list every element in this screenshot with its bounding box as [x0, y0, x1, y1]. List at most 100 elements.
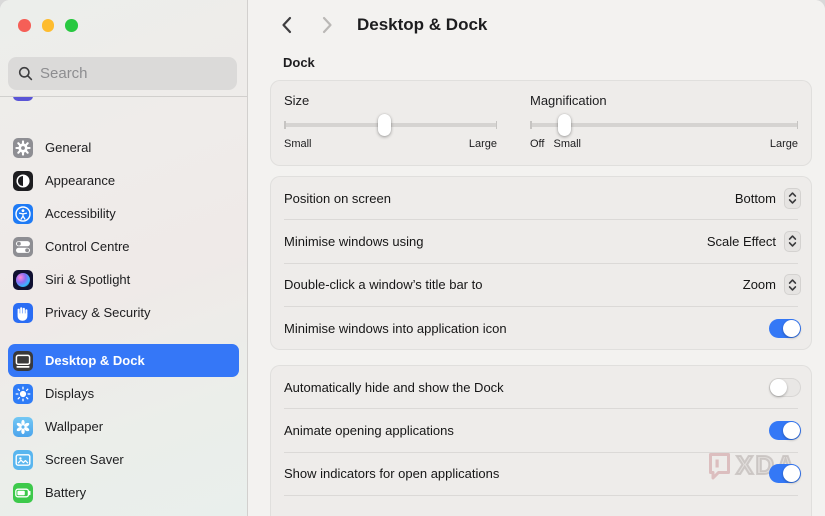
search-field[interactable]	[8, 57, 237, 90]
wallpaper-flower-icon	[13, 416, 33, 437]
size-min-label: Small	[284, 137, 312, 150]
sidebar-header-divider	[0, 96, 247, 97]
up-down-chevrons-icon	[784, 230, 801, 252]
size-max-label: Large	[468, 137, 497, 150]
toggle-knob	[770, 378, 787, 396]
setting-row-animate-opening: Animate opening applications	[271, 409, 811, 451]
screen-saver-icon	[13, 449, 33, 470]
magnification-max-label: Large	[769, 137, 798, 150]
size-slider-tick-labels: Small Large	[284, 138, 497, 150]
sidebar-item-desktop-dock[interactable]: Desktop & Dock	[8, 344, 239, 377]
accessibility-icon	[13, 203, 33, 224]
control-centre-icon	[13, 236, 33, 257]
size-slider-track[interactable]	[284, 113, 497, 136]
setting-label: Show indicators for open applications	[284, 466, 500, 482]
sidebar-item-wallpaper[interactable]: Wallpaper	[8, 410, 239, 443]
magnification-slider-tick-labels: Off Small Large	[530, 138, 798, 150]
minimize-window-button[interactable]	[41, 19, 54, 32]
page-title: Desktop & Dock	[357, 15, 488, 34]
dock-options-card: Position on screen Bottom Minimise windo…	[270, 176, 812, 351]
magnification-slider-group: Magnification Off Small Large	[530, 93, 798, 153]
sidebar-item-control-centre[interactable]: Control Centre	[8, 230, 239, 263]
setting-label: Animate opening applications	[284, 423, 454, 439]
dock-behavior-card: Automatically hide and show the Dock Ani…	[270, 365, 812, 516]
setting-row-position-on-screen: Position on screen Bottom	[271, 177, 811, 219]
appearance-icon	[13, 170, 33, 191]
row-divider	[284, 495, 798, 497]
toggle-knob	[783, 319, 800, 337]
animate-opening-toggle[interactable]	[769, 421, 801, 441]
desktop-dock-icon	[13, 350, 33, 371]
sidebar-item-accessibility[interactable]: Accessibility	[8, 197, 239, 230]
size-slider-thumb[interactable]	[377, 113, 391, 136]
dropdown-value: Zoom	[742, 277, 776, 293]
dropdown-value: Scale Effect	[706, 233, 776, 249]
magnification-slider-label: Magnification	[530, 93, 607, 108]
sidebar-item-screen-saver[interactable]: Screen Saver	[8, 443, 239, 476]
magnification-min-label: Small	[553, 137, 581, 150]
toggle-knob	[783, 465, 800, 483]
sidebar-item-label: Desktop & Dock	[45, 353, 145, 368]
back-button[interactable]	[281, 16, 292, 34]
sidebar: Screen Time General	[0, 0, 248, 516]
show-indicators-toggle[interactable]	[769, 464, 801, 484]
pane-content: Dock Size Small Large Magnification Off …	[248, 55, 825, 516]
setting-label: Double-click a window’s title bar to	[284, 277, 483, 293]
forward-button[interactable]	[322, 16, 333, 34]
screen-time-icon	[13, 97, 33, 101]
magnification-slider-thumb[interactable]	[558, 113, 572, 136]
setting-label: Minimise windows into application icon	[284, 320, 507, 336]
sidebar-item-privacy-security[interactable]: Privacy & Security	[8, 296, 239, 329]
main-pane: Desktop & Dock Dock Size Small Large Mag	[248, 0, 825, 516]
sidebar-item-label: Wallpaper	[45, 419, 104, 434]
sidebar-item-label: Control Centre	[45, 239, 130, 254]
position-on-screen-dropdown[interactable]: Bottom	[734, 187, 801, 209]
dropdown-value: Bottom	[734, 190, 776, 206]
double-click-title-bar-dropdown[interactable]: Zoom	[742, 274, 801, 296]
setting-row-auto-hide-dock: Automatically hide and show the Dock	[271, 366, 811, 408]
sidebar-item-label: Screen Time	[45, 97, 118, 98]
sidebar-item-battery[interactable]: Battery	[8, 476, 239, 509]
minimise-into-app-icon-toggle[interactable]	[769, 318, 801, 338]
chevron-left-icon	[282, 16, 292, 34]
magnification-off-label: Off	[530, 137, 545, 150]
toggle-knob	[783, 422, 800, 440]
dock-size-slider-group: Size Small Large	[284, 93, 497, 153]
setting-row-minimise-into-app-icon: Minimise windows into application icon	[271, 307, 811, 349]
sidebar-item-screen-time[interactable]: Screen Time	[8, 97, 239, 107]
close-window-button[interactable]	[18, 19, 31, 32]
setting-row-show-indicators: Show indicators for open applications	[271, 453, 811, 495]
minimise-windows-using-dropdown[interactable]: Scale Effect	[706, 230, 801, 252]
battery-icon	[13, 482, 33, 503]
setting-row-minimise-windows-using: Minimise windows using Scale Effect	[271, 220, 811, 262]
sidebar-item-displays[interactable]: Displays	[8, 377, 239, 410]
setting-label: Automatically hide and show the Dock	[284, 379, 504, 395]
sidebar-item-label: Battery	[45, 485, 87, 500]
sidebar-item-label: Displays	[45, 386, 95, 401]
zoom-window-button[interactable]	[65, 19, 78, 32]
sidebar-item-appearance[interactable]: Appearance	[8, 164, 239, 197]
system-settings-window: Screen Time General	[0, 0, 825, 516]
up-down-chevrons-icon	[784, 274, 801, 296]
sidebar-scrolled-peek: Screen Time	[8, 97, 239, 107]
size-slider-label: Size	[284, 93, 310, 108]
sidebar-item-label: Accessibility	[45, 206, 116, 221]
auto-hide-dock-toggle[interactable]	[769, 377, 801, 397]
setting-label: Position on screen	[284, 190, 391, 206]
sidebar-item-general[interactable]: General	[8, 131, 239, 164]
magnification-slider-track[interactable]	[530, 113, 798, 136]
up-down-chevrons-icon	[784, 187, 801, 209]
search-input[interactable]	[40, 65, 227, 82]
sliders-card: Size Small Large Magnification Off Small…	[270, 80, 812, 166]
sidebar-item-label: Siri & Spotlight	[45, 272, 131, 287]
sidebar-nav: General Appearance Accessibility Control…	[8, 131, 239, 509]
window-controls	[18, 19, 78, 32]
sidebar-item-label: General	[45, 140, 92, 155]
gear-icon	[13, 137, 33, 158]
sidebar-item-label: Privacy & Security	[45, 305, 151, 320]
sidebar-item-siri-spotlight[interactable]: Siri & Spotlight	[8, 263, 239, 296]
search-icon	[18, 66, 33, 81]
setting-label: Minimise windows using	[284, 233, 424, 249]
sidebar-item-label: Screen Saver	[45, 452, 124, 467]
